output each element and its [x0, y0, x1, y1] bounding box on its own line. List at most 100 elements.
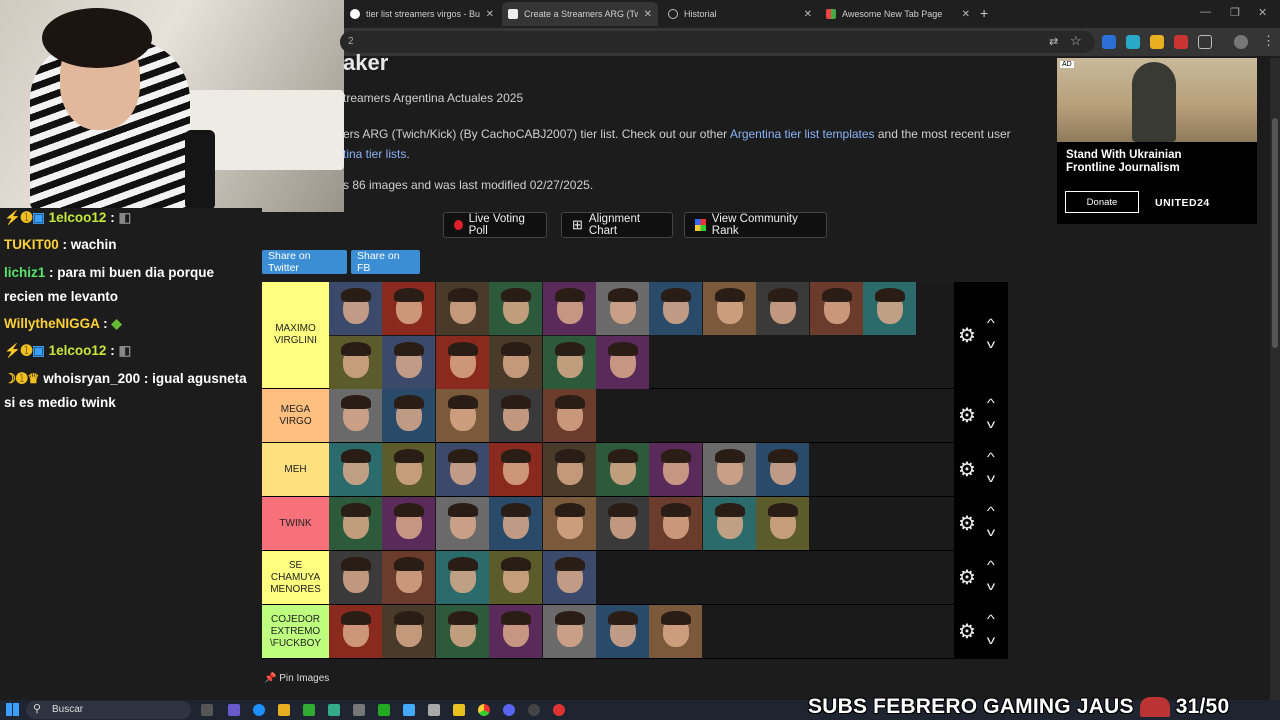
share-fb-button[interactable]: Share on FB — [351, 250, 420, 274]
app-icon[interactable] — [378, 704, 390, 716]
tier-image[interactable] — [542, 389, 596, 442]
taskbar-search[interactable]: Buscar — [26, 701, 191, 719]
profile-avatar[interactable] — [1234, 35, 1248, 49]
templates-link[interactable]: Argentina tier list templates — [730, 127, 875, 141]
tier-image[interactable] — [595, 336, 649, 389]
tier-image[interactable] — [382, 551, 436, 604]
tab-history[interactable]: Historial ✕ — [662, 2, 818, 26]
tier-image[interactable] — [489, 551, 543, 604]
explorer-icon[interactable] — [278, 704, 290, 716]
move-down-icon[interactable]: v — [987, 579, 995, 593]
tier-image[interactable] — [595, 282, 649, 335]
tier-image[interactable] — [329, 282, 382, 335]
tier-image[interactable] — [542, 443, 596, 496]
translate-icon[interactable]: ⇄ — [1049, 35, 1058, 48]
tier-label[interactable]: MEH — [262, 443, 329, 496]
live-voting-button[interactable]: Live Voting Poll — [443, 212, 547, 238]
tier-image[interactable] — [595, 605, 649, 658]
ad-banner[interactable]: AD Stand With Ukrainian Frontline Journa… — [1057, 58, 1257, 224]
tier-label[interactable]: MEGA VIRGO — [262, 389, 329, 442]
tier-image[interactable] — [435, 551, 489, 604]
tier-image[interactable] — [649, 605, 703, 658]
tab-search[interactable]: tier list streamers virgos - Busca✕ — [344, 2, 500, 26]
tier-image[interactable] — [649, 497, 703, 550]
user-tierlists-link[interactable]: tina tier lists — [343, 147, 406, 161]
obs-icon[interactable] — [528, 704, 540, 716]
tier-image[interactable] — [542, 551, 596, 604]
tier-image[interactable] — [756, 497, 810, 550]
close-icon[interactable]: ✕ — [804, 9, 812, 20]
tier-image[interactable] — [435, 336, 489, 389]
move-up-icon[interactable]: ^ — [987, 612, 995, 626]
app-icon[interactable] — [228, 704, 240, 716]
tier-image[interactable] — [382, 389, 436, 442]
app-icon[interactable] — [553, 704, 565, 716]
alignment-chart-button[interactable]: ⊞ Alignment Chart — [561, 212, 673, 238]
move-up-icon[interactable]: ^ — [987, 504, 995, 518]
extension-icon[interactable] — [1102, 35, 1116, 49]
tier-image[interactable] — [542, 336, 596, 389]
close-window-icon[interactable]: ✕ — [1258, 6, 1267, 19]
app-icon[interactable] — [403, 704, 415, 716]
move-up-icon[interactable]: ^ — [987, 396, 995, 410]
gear-icon[interactable]: ⚙ — [958, 457, 976, 482]
app-icon[interactable] — [328, 704, 340, 716]
tier-image[interactable] — [435, 497, 489, 550]
tier-image[interactable] — [542, 605, 596, 658]
tier-image[interactable] — [756, 443, 810, 496]
tier-image[interactable] — [435, 389, 489, 442]
menu-dots-icon[interactable]: ⋮ — [1262, 33, 1275, 49]
tier-image[interactable] — [382, 605, 436, 658]
move-up-icon[interactable]: ^ — [987, 450, 995, 464]
new-tab-button[interactable]: + — [980, 5, 988, 21]
tier-image[interactable] — [329, 336, 382, 389]
tier-image[interactable] — [489, 605, 543, 658]
tier-label[interactable]: TWINK — [262, 497, 329, 550]
move-down-icon[interactable]: v — [987, 471, 995, 485]
bookmark-star-icon[interactable]: ☆ — [1070, 33, 1082, 49]
close-icon[interactable]: ✕ — [644, 9, 652, 20]
tier-image[interactable] — [489, 443, 543, 496]
tier-image[interactable] — [435, 282, 489, 335]
tier-image[interactable] — [435, 605, 489, 658]
tier-image[interactable] — [702, 497, 756, 550]
tier-image[interactable] — [382, 336, 436, 389]
tier-image[interactable] — [542, 282, 596, 335]
gear-icon[interactable]: ⚙ — [958, 619, 976, 644]
move-up-icon[interactable]: ^ — [987, 558, 995, 572]
folder-icon[interactable] — [453, 704, 465, 716]
task-view-icon[interactable] — [201, 704, 213, 716]
gear-icon[interactable]: ⚙ — [958, 565, 976, 590]
move-down-icon[interactable]: v — [987, 337, 995, 351]
tier-image[interactable] — [329, 389, 382, 442]
scrollbar[interactable] — [1270, 58, 1280, 700]
tier-image[interactable] — [809, 282, 863, 335]
tier-image[interactable] — [649, 282, 703, 335]
app-icon[interactable] — [428, 704, 440, 716]
gear-icon[interactable]: ⚙ — [958, 323, 976, 348]
chrome-icon[interactable] — [478, 704, 490, 716]
pin-images-toggle[interactable]: 📌 Pin Images — [264, 673, 329, 684]
donate-button[interactable]: Donate — [1065, 191, 1139, 213]
tier-image[interactable] — [329, 551, 382, 604]
windows-start-icon[interactable] — [6, 703, 19, 716]
tier-image[interactable] — [489, 336, 543, 389]
share-twitter-button[interactable]: Share on Twitter — [262, 250, 347, 274]
tier-image[interactable] — [329, 443, 382, 496]
tier-image[interactable] — [702, 282, 756, 335]
extensions-puzzle-icon[interactable] — [1198, 35, 1212, 49]
tier-image[interactable] — [595, 443, 649, 496]
tier-image[interactable] — [329, 605, 382, 658]
tier-image[interactable] — [489, 282, 543, 335]
tier-image[interactable] — [756, 282, 810, 335]
tier-image[interactable] — [862, 282, 916, 335]
extension-icon[interactable] — [1174, 35, 1188, 49]
tier-label[interactable]: COJEDOR EXTREMO \FUCKBOY — [262, 605, 329, 658]
tier-image[interactable] — [329, 497, 382, 550]
tier-label[interactable]: SE CHAMUYA MENORES — [262, 551, 329, 604]
address-bar[interactable]: 2 — [340, 31, 1095, 53]
app-icon[interactable] — [353, 704, 365, 716]
close-icon[interactable]: ✕ — [962, 9, 970, 20]
gear-icon[interactable]: ⚙ — [958, 511, 976, 536]
tier-label[interactable]: MAXIMO VIRGLINI — [262, 282, 329, 388]
